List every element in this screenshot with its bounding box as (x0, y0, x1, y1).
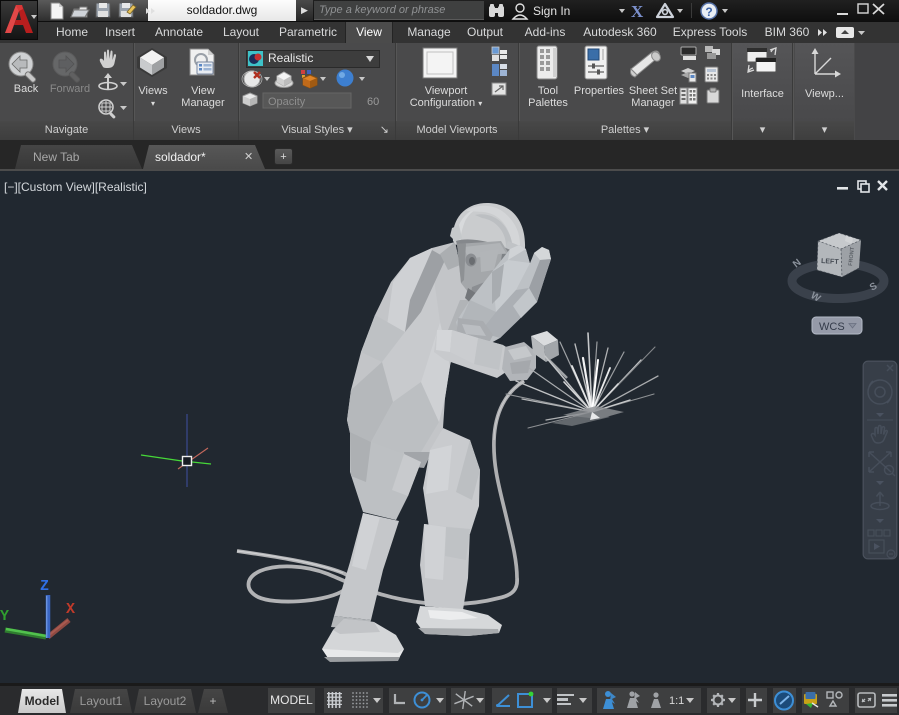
svg-text:X: X (66, 601, 75, 618)
svg-text:LEFT: LEFT (821, 258, 840, 266)
svg-text:1:1: 1:1 (669, 695, 684, 707)
svg-text:Y: Y (0, 608, 9, 625)
svg-text:WCS: WCS (819, 321, 845, 333)
svg-text:Z: Z (40, 578, 49, 595)
